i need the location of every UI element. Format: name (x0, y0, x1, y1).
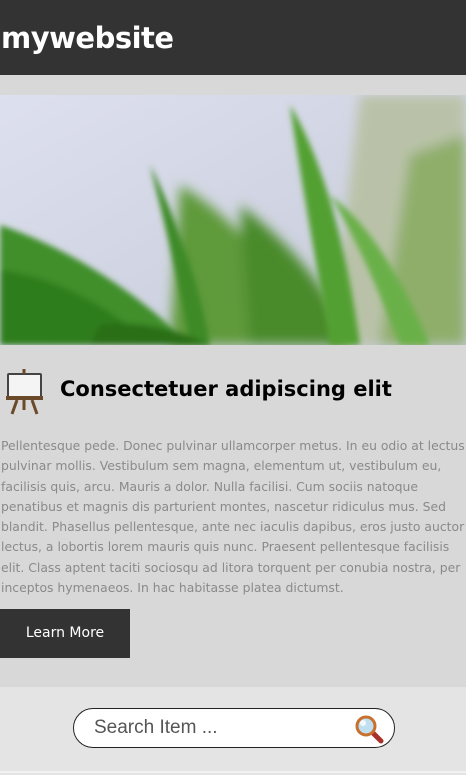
hero-image (0, 95, 466, 345)
article-body-text: Pellentesque pede. Donec pulvinar ullamc… (1, 438, 465, 596)
footer-divider (0, 771, 466, 773)
search-bar-section (0, 687, 466, 775)
site-header: mywebsite (0, 0, 466, 75)
learn-more-button[interactable]: Learn More (0, 609, 130, 658)
easel-icon (5, 368, 45, 416)
search-box (73, 708, 395, 748)
search-input[interactable] (94, 715, 344, 741)
site-title[interactable]: mywebsite (1, 18, 174, 58)
article-heading: Consectetuer adipiscing elit (60, 377, 392, 401)
main-content: Consectetuer adipiscing elit Pellentesqu… (0, 75, 466, 687)
hero-leaves-graphic (0, 95, 466, 345)
magnifier-icon[interactable] (354, 714, 384, 744)
